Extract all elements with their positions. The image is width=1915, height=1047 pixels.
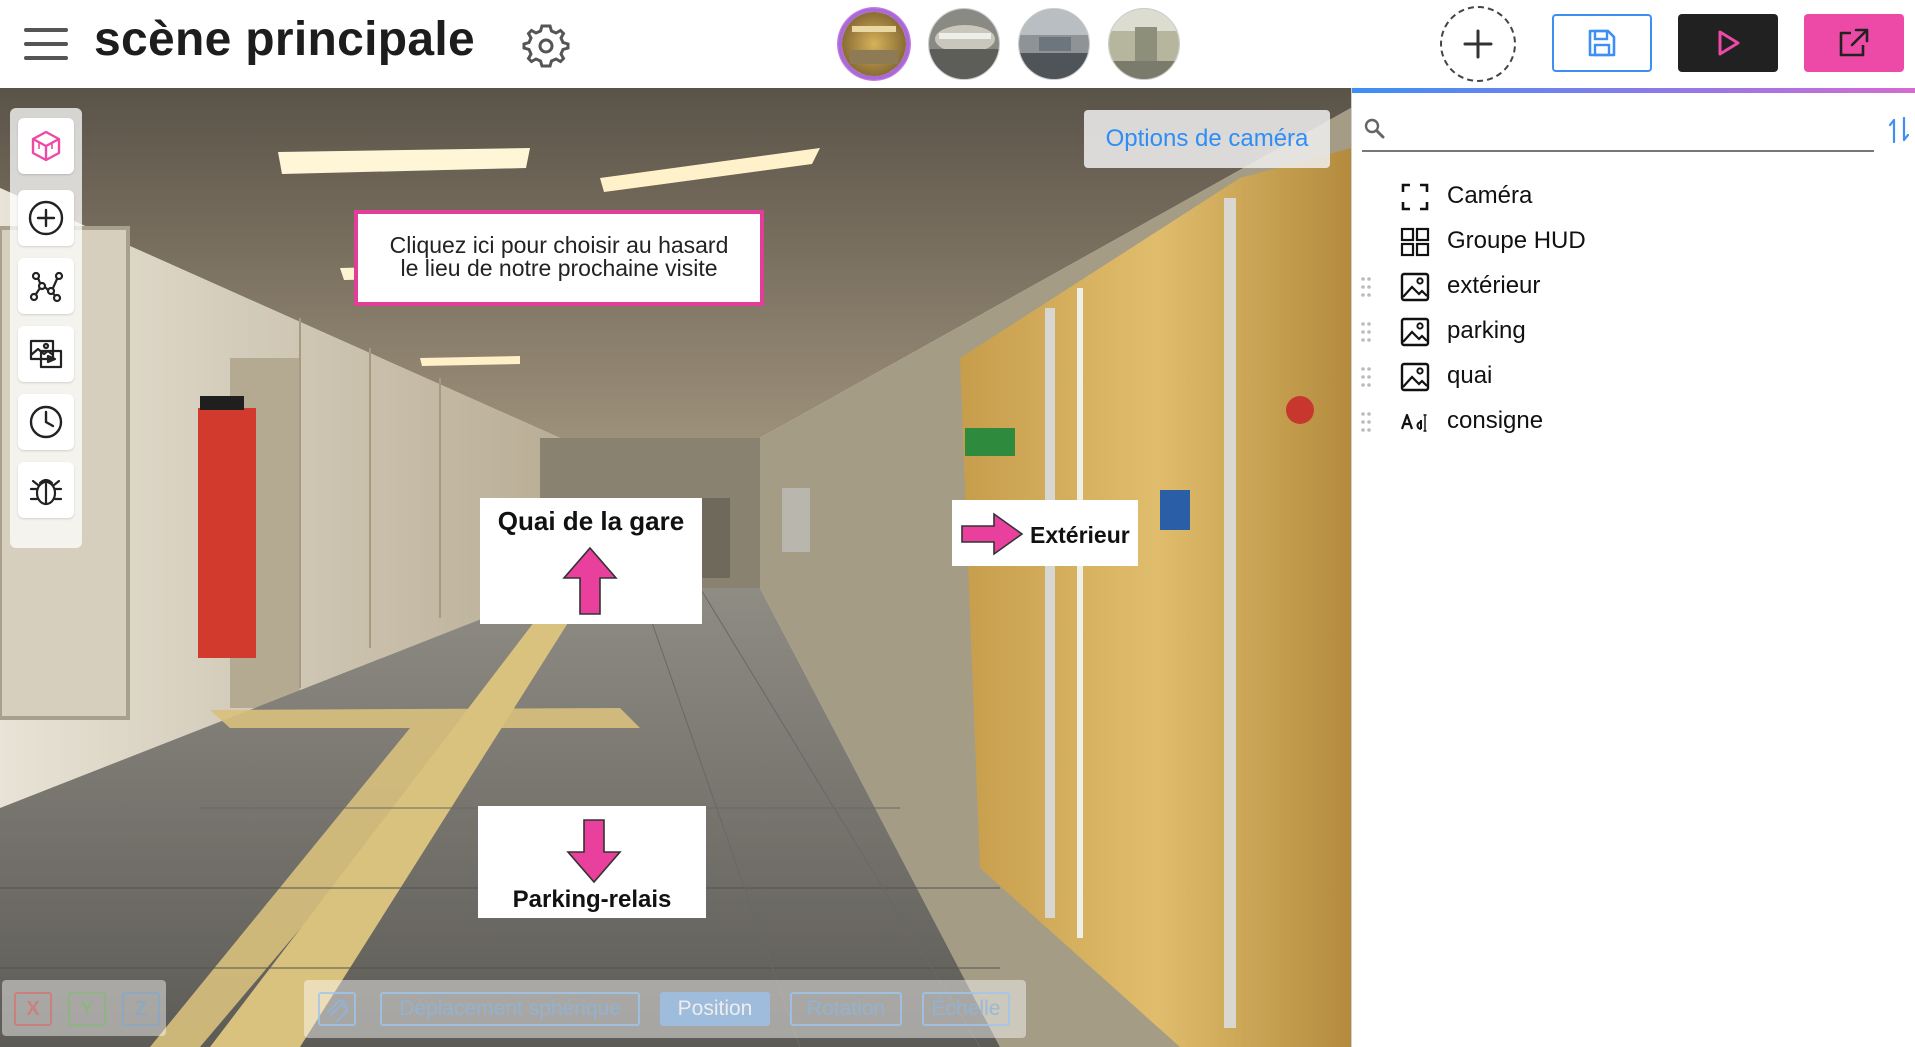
tree-item-label: quai	[1447, 362, 1493, 389]
scale-button[interactable]: Échelle	[922, 992, 1010, 1026]
play-button[interactable]	[1678, 14, 1778, 72]
tree-item-label: parking	[1447, 317, 1526, 344]
add-element-button[interactable]	[18, 190, 74, 246]
scene-viewport[interactable]: Options de caméra Cliquez ici pour chois…	[0, 88, 1351, 1047]
menu-icon[interactable]	[24, 28, 68, 60]
settings-gear-icon[interactable]	[522, 20, 570, 68]
scene-thumb-4[interactable]	[1108, 8, 1180, 80]
arrow-up-icon	[562, 546, 618, 615]
tree-item-quai[interactable]: quai	[1352, 356, 1892, 396]
spherical-move-button[interactable]: Déplacement sphérique	[380, 992, 640, 1026]
axis-x-toggle[interactable]: X	[14, 992, 52, 1026]
panel-accent-line	[1352, 88, 1915, 93]
hotspot-exterieur-label: Extérieur	[1030, 522, 1130, 548]
rotation-button[interactable]: Rotation	[790, 992, 902, 1026]
search-field	[1362, 110, 1874, 152]
axis-z-toggle[interactable]: Z	[122, 992, 160, 1026]
hotspot-quai[interactable]: Quai de la gare	[480, 498, 702, 624]
save-button[interactable]	[1552, 14, 1652, 72]
scene-thumb-2[interactable]	[928, 8, 1000, 80]
play-icon	[1718, 30, 1740, 56]
axis-constraints: X Y Z	[2, 980, 166, 1036]
clock-icon	[29, 405, 63, 439]
scene-thumb-1[interactable]	[838, 8, 910, 80]
magnet-toggle[interactable]	[318, 992, 356, 1026]
scene-tree-panel: Caméra Groupe HUD extérieur parking quai…	[1351, 88, 1915, 1047]
media-tool-button[interactable]	[18, 326, 74, 382]
grid-icon	[1400, 227, 1430, 257]
timeline-tool-button[interactable]	[18, 394, 74, 450]
hotspot-parking[interactable]: Parking-relais	[478, 806, 706, 918]
arrow-right-icon	[961, 512, 1024, 556]
graph-tool-button[interactable]	[18, 258, 74, 314]
text-icon	[1400, 413, 1427, 432]
hotspot-quai-label: Quai de la gare	[497, 506, 685, 536]
image-icon	[1400, 317, 1430, 347]
scene-thumb-image	[838, 8, 910, 80]
scene-thumb-image	[928, 8, 1000, 80]
hotspot-exterieur[interactable]: Extérieur	[952, 500, 1138, 566]
tree-item-exterieur[interactable]: extérieur	[1352, 266, 1892, 306]
scene-thumb-3[interactable]	[1018, 8, 1090, 80]
sort-icon[interactable]	[1888, 116, 1910, 144]
tree-item-label: consigne	[1447, 407, 1544, 434]
media-images-icon	[29, 339, 63, 369]
graph-nodes-icon	[29, 271, 64, 303]
save-icon	[1588, 29, 1616, 57]
tree-item-parking[interactable]: parking	[1352, 311, 1892, 351]
object-tool-button[interactable]	[18, 118, 74, 174]
position-button[interactable]: Position	[660, 992, 770, 1026]
search-input[interactable]	[1392, 116, 1862, 146]
add-circle-icon	[28, 200, 64, 236]
tree-item-label: Caméra	[1447, 182, 1533, 209]
tree-item-consigne[interactable]: consigne	[1352, 401, 1892, 441]
add-scene-button[interactable]	[1440, 6, 1516, 82]
drag-handle-icon[interactable]	[1360, 366, 1372, 388]
note-line-2: le lieu de notre prochaine visite	[400, 255, 718, 281]
drag-handle-icon[interactable]	[1360, 276, 1372, 298]
image-icon	[1400, 362, 1430, 392]
tree-item-hud-group[interactable]: Groupe HUD	[1352, 221, 1892, 261]
drag-handle-icon[interactable]	[1360, 411, 1372, 433]
open-external-button[interactable]	[1804, 14, 1904, 72]
hud-random-visit-note[interactable]: Cliquez ici pour choisir au hasard le li…	[354, 210, 764, 306]
arrow-down-icon	[566, 819, 622, 884]
tree-item-label: extérieur	[1447, 272, 1541, 299]
scene-thumb-image	[1108, 8, 1180, 80]
note-line-1: Cliquez ici pour choisir au hasard	[389, 232, 729, 258]
left-toolbar	[10, 108, 82, 548]
image-icon	[1400, 272, 1430, 302]
cube-icon	[31, 130, 61, 162]
camera-options-button[interactable]: Options de caméra	[1084, 110, 1330, 168]
transform-toolbar: Déplacement sphérique Position Rotation …	[304, 980, 1026, 1038]
hotspot-parking-label: Parking-relais	[512, 886, 672, 913]
scene-thumb-image	[1018, 8, 1090, 80]
tree-item-camera[interactable]: Caméra	[1352, 176, 1892, 216]
tree-item-label: Groupe HUD	[1447, 227, 1586, 254]
magnet-icon	[327, 999, 349, 1022]
top-bar: scène principale	[0, 0, 1915, 88]
debug-tool-button[interactable]	[18, 462, 74, 518]
page-title: scène principale	[94, 13, 475, 66]
camera-frame-icon	[1401, 183, 1429, 211]
drag-handle-icon[interactable]	[1360, 321, 1372, 343]
bug-icon	[29, 478, 63, 506]
external-link-icon	[1839, 28, 1869, 57]
search-icon	[1364, 118, 1385, 139]
axis-y-toggle[interactable]: Y	[68, 992, 106, 1026]
plus-icon	[1463, 29, 1493, 59]
